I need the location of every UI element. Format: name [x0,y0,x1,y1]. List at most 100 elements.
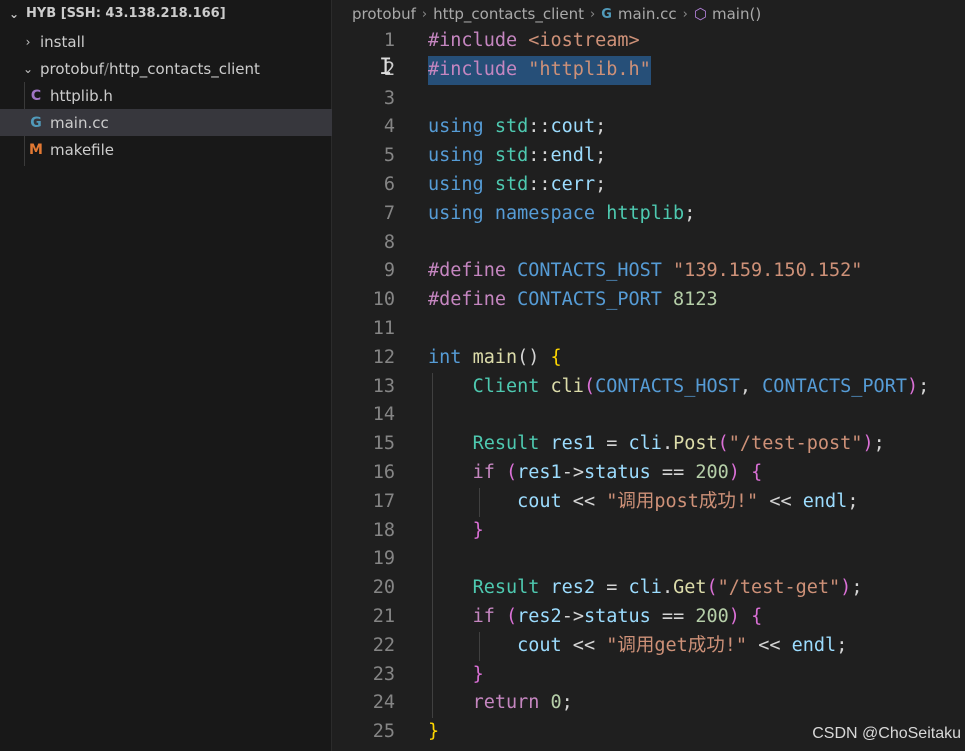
code-token: std [494,145,529,167]
selected-code-text[interactable]: #include "httplib.h" [428,55,651,85]
code-token: main [472,346,518,368]
code-token: "httplib.h" [528,58,651,80]
code-token: endl [802,490,848,512]
code-token: "/test-get" [717,577,841,599]
tree-item-file-makefile[interactable]: M makefile [0,136,332,163]
code-token: :: [528,116,551,138]
breadcrumb-item-folder[interactable]: http_contacts_client [433,5,584,23]
code-token: == [650,605,696,627]
line-number: 23 [372,663,395,685]
indent-guide [432,401,433,431]
code-text[interactable]: } [428,661,484,690]
code-token: "/test-post" [728,433,863,455]
line-number: 18 [372,519,395,541]
code-token: ) [728,461,752,483]
code-token: << [758,490,803,512]
tree-item-label: makefile [50,140,115,159]
code-text[interactable]: using std::endl; [428,142,606,171]
code-token: res1 [517,461,562,483]
code-token: CONTACTS_HOST [517,260,674,282]
line-number: 21 [372,605,395,627]
tree-item-install[interactable]: › install [0,28,332,55]
code-text[interactable]: #define CONTACTS_HOST "139.159.150.152" [428,257,862,286]
code-token: :: [528,173,551,195]
code-token: ; [595,116,607,138]
code-token: #define [428,289,518,311]
cpp-file-icon: G [601,6,612,22]
explorer-root-header[interactable]: ⌄ HYB [SSH: 43.138.218.166] [0,0,332,27]
code-token: ; [873,433,885,455]
code-text[interactable]: int main() { [428,344,562,373]
line-number: 24 [372,692,395,714]
code-text[interactable]: } [428,718,439,747]
code-text[interactable]: cout << "调用post成功!" << endl; [428,488,858,517]
code-text[interactable]: Result res1 = cli.Post("/test-post"); [428,430,885,459]
line-number: 5 [383,145,395,167]
code-token: cerr [550,173,596,195]
code-editor[interactable]: protobuf › http_contacts_client › G main… [333,0,965,751]
code-text[interactable]: #include <iostream> [428,27,640,56]
line-number: 11 [372,317,395,339]
code-token: res2 [517,605,562,627]
breadcrumb-item-folder[interactable]: protobuf [352,5,416,23]
code-token: Post [673,433,718,455]
code-token: 8123 [673,289,718,311]
tree-item-folder-protobuf[interactable]: ⌄ protobuf / http_contacts_client [0,55,332,82]
code-token: CONTACTS_PORT [762,375,907,397]
tree-item-label: protobuf [40,59,104,78]
code-token: if [472,461,506,483]
code-text[interactable]: cout << "调用get成功!" << endl; [428,632,847,661]
line-number: 10 [372,289,395,311]
code-token: std [494,116,529,138]
code-token: ) [840,577,852,599]
code-text[interactable]: #define CONTACTS_PORT 8123 [428,286,718,315]
code-token: } [472,519,484,541]
code-text[interactable]: if (res1->status == 200) { [428,459,763,488]
code-token: 0 [550,692,562,714]
line-number: 16 [372,461,395,483]
code-text[interactable]: } [428,517,484,546]
line-number: 22 [372,634,395,656]
breadcrumb-item-symbol[interactable]: main() [712,5,761,23]
code-token: ) [862,433,874,455]
code-token: , [739,375,763,397]
code-token: namespace [494,202,607,224]
code-token: "调用post成功!" [606,490,759,512]
breadcrumb-item-file[interactable]: main.cc [618,5,677,23]
indent-guide [432,545,433,575]
code-text[interactable]: if (res2->status == 200) { [428,603,763,632]
code-token: :: [528,145,551,167]
code-text[interactable]: Result res2 = cli.Get("/test-get"); [428,574,863,603]
line-number: 17 [372,490,395,512]
code-token: std [494,173,529,195]
code-token: httplib [606,202,685,224]
code-token: } [428,721,440,743]
code-text[interactable]: using namespace httplib; [428,200,695,229]
chevron-down-icon: ⌄ [22,61,34,76]
code-token: ; [561,692,573,714]
tree-item-label: httplib.h [50,86,113,105]
line-number: 3 [383,87,395,109]
code-token: == [650,461,696,483]
code-text[interactable]: Client cli(CONTACTS_HOST, CONTACTS_PORT)… [428,373,930,402]
code-token: "139.159.150.152" [673,260,863,282]
code-token: ( [717,433,729,455]
code-text[interactable]: using std::cout; [428,113,606,142]
line-number: 12 [372,346,395,368]
code-token: CONTACTS_PORT [517,289,674,311]
explorer-sidebar: ⌄ HYB [SSH: 43.138.218.166] › install ⌄ … [0,0,332,751]
tree-item-file-httplib[interactable]: C httplib.h [0,82,332,109]
code-token: #include [428,58,529,80]
code-text[interactable]: return 0; [428,689,573,718]
code-token: -> [561,605,584,627]
code-text[interactable]: using std::cerr; [428,171,606,200]
code-token: endl [550,145,596,167]
code-token: ( [505,461,518,483]
tree-item-file-main[interactable]: G main.cc [0,109,332,136]
breadcrumb: protobuf › http_contacts_client › G main… [352,3,761,25]
line-number: 4 [383,116,395,138]
